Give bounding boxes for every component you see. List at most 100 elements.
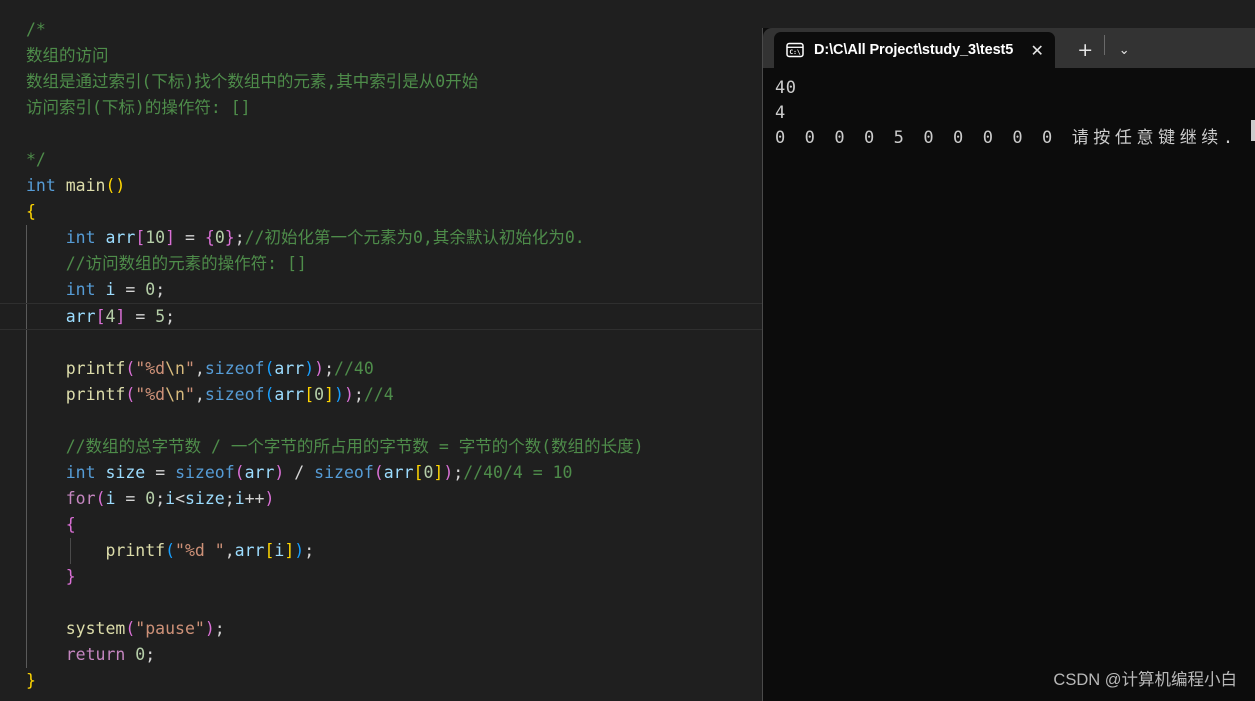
watermark: CSDN @计算机编程小白 [1053, 671, 1237, 689]
svg-text:C:\: C:\ [789, 49, 801, 56]
code-token-operator: ; [324, 359, 335, 378]
terminal-tab-active[interactable]: C:\ D:\C\All Project\study_3\test5 ✕ [774, 32, 1056, 68]
code-token-function: system [65, 619, 126, 638]
code-token-bracket: ] [165, 228, 176, 247]
code-token-keyword: sizeof [204, 385, 265, 404]
terminal-output[interactable]: 40 4 0 0 0 0 5 0 0 0 0 0 请按任意键继续. . . CS… [763, 68, 1255, 701]
code-token-number: 0 [145, 280, 156, 299]
code-token-escape: \n [165, 385, 185, 404]
code-token-bracket: [ [304, 385, 315, 404]
code-token-variable: arr [105, 228, 136, 247]
code-token-control: for [65, 489, 96, 508]
code-token-keyword: sizeof [314, 463, 374, 482]
code-token-paren: ) [443, 463, 454, 482]
code-token-variable: arr [383, 463, 414, 482]
code-token-string: "%d " [175, 541, 225, 560]
code-token-comment: 访问索引(下标)的操作符: [] [26, 98, 251, 117]
code-token-keyword: int [65, 463, 96, 482]
terminal-output-line: 4 [775, 103, 786, 123]
code-token-bracket: [ [264, 541, 275, 560]
terminal-output-line: 40 [775, 78, 797, 98]
code-token-paren: ) [314, 359, 325, 378]
code-token-paren: ) [264, 489, 275, 508]
code-token-operator: < [175, 489, 185, 508]
code-token-brace: } [65, 567, 76, 586]
code-token-string: " [184, 385, 195, 404]
code-token-paren: ) [343, 385, 354, 404]
cmd-console-icon: C:\ [786, 42, 804, 58]
code-token-variable: arr [244, 463, 275, 482]
code-token-brace: { [204, 228, 215, 247]
code-token-operator: , [194, 359, 205, 378]
code-token-paren: ( [125, 619, 136, 638]
code-token-operator: / [294, 463, 305, 482]
close-icon[interactable]: ✕ [1027, 40, 1047, 60]
terminal-output-line: 0 0 0 0 5 0 0 0 0 0 请按任意键继续. . . [775, 128, 1255, 148]
code-token-comment: //初始化第一个元素为0,其余默认初始化为0. [244, 228, 585, 247]
terminal-tab-title: D:\C\All Project\study_3\test5 [814, 42, 1014, 58]
code-token-bracket: ] [284, 541, 295, 560]
code-token-paren: ) [274, 463, 285, 482]
code-token-keyword: sizeof [175, 463, 235, 482]
code-token-comment: //40 [334, 359, 374, 378]
code-token-variable: i [274, 541, 285, 560]
code-token-control: return [65, 645, 126, 664]
code-token-string: " [184, 359, 195, 378]
code-token-comment: */ [26, 150, 46, 169]
code-token-operator: = [125, 280, 136, 299]
code-token-comment: //40/4 = 10 [463, 463, 573, 482]
code-token-variable: i [105, 280, 116, 299]
code-token-bracket: [ [95, 307, 106, 326]
new-tab-button[interactable]: + [1066, 32, 1104, 68]
code-token-number: 4 [105, 307, 116, 326]
code-token-brace: } [26, 671, 36, 690]
code-token-keyword: int [65, 228, 96, 247]
code-token-operator: ; [214, 619, 225, 638]
code-token-paren: ) [204, 619, 215, 638]
code-token-bracket: ] [115, 307, 126, 326]
code-token-comment: //数组的总字节数 / 一个字节的所占用的字节数 = 字节的个数(数组的长度) [65, 437, 644, 456]
code-token-keyword: int [26, 176, 56, 195]
code-token-paren: ) [304, 359, 315, 378]
code-token-variable: size [105, 463, 146, 482]
code-token-operator: ; [234, 228, 245, 247]
code-token-operator: ; [165, 307, 176, 326]
code-token-brace: { [26, 202, 36, 221]
code-token-operator: , [224, 541, 235, 560]
code-token-paren: ( [234, 463, 245, 482]
chevron-down-icon[interactable]: ⌄ [1105, 32, 1143, 68]
code-token-paren: ( [373, 463, 384, 482]
code-token-operator: ; [304, 541, 315, 560]
code-token-variable: arr [65, 307, 96, 326]
code-token-paren: ( [264, 359, 275, 378]
code-token-paren: ( [165, 541, 176, 560]
code-token-paren: ) [334, 385, 344, 404]
code-token-string: "%d [135, 359, 166, 378]
code-token-paren: ) [294, 541, 305, 560]
terminal-window[interactable]: C:\ D:\C\All Project\study_3\test5 ✕ + ⌄… [763, 28, 1255, 701]
code-token-operator: = [125, 489, 136, 508]
code-token-operator: ; [453, 463, 464, 482]
code-token-operator: ++ [244, 489, 265, 508]
code-token-function: main [65, 176, 106, 195]
code-token-paren: ( [125, 359, 136, 378]
code-token-function: printf [65, 359, 126, 378]
code-token-operator: , [194, 385, 205, 404]
code-token-operator: ; [224, 489, 235, 508]
code-token-brace: } [224, 228, 235, 247]
code-token-variable: size [185, 489, 225, 508]
code-token-bracket: [ [413, 463, 424, 482]
code-token-comment: 数组的访问 [26, 46, 109, 65]
code-token-comment: /* [26, 20, 46, 39]
code-token-comment: //访问数组的元素的操作符: [] [65, 254, 307, 273]
code-token-number: 5 [155, 307, 166, 326]
code-token-comment: //4 [363, 385, 394, 404]
code-token-bracket: [ [135, 228, 146, 247]
code-token-operator: ; [145, 645, 156, 664]
code-token-paren: ( [95, 489, 106, 508]
code-token-variable: i [165, 489, 176, 508]
code-token-function: printf [65, 385, 126, 404]
code-token-variable: i [105, 489, 116, 508]
code-token-operator: = [185, 228, 195, 247]
